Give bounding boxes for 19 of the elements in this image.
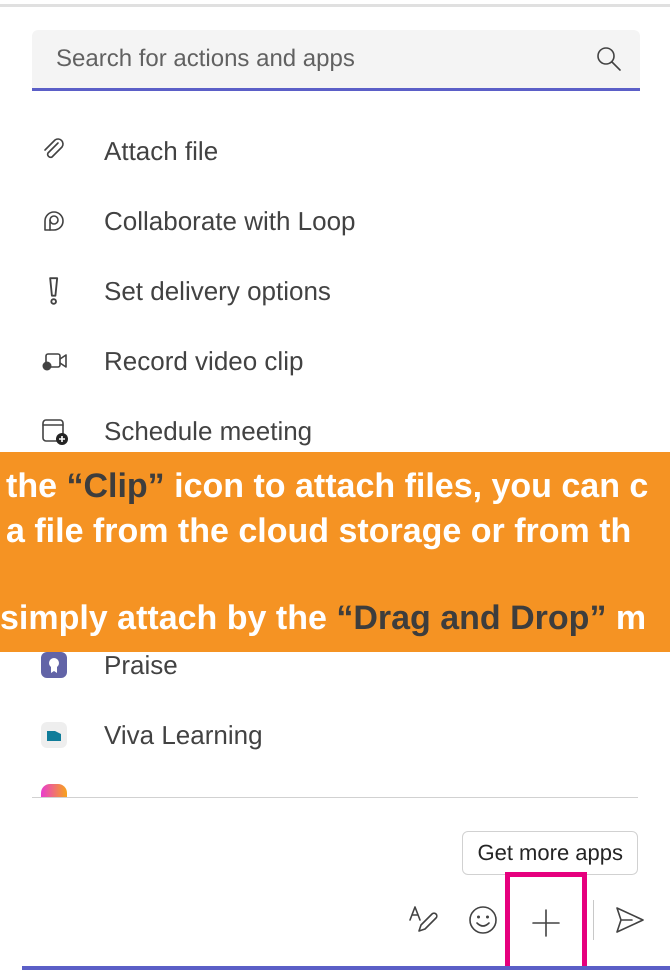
menu-item[interactable]: Schedule meeting (0, 409, 670, 453)
search-field[interactable]: Search for actions and apps (32, 30, 640, 91)
menu-item[interactable]: Record video clip (0, 339, 670, 383)
send-icon[interactable] (614, 904, 646, 936)
menu-item[interactable]: Set delivery options (0, 269, 670, 313)
menu-item[interactable]: Praise (0, 643, 670, 687)
emoji-icon[interactable] (467, 904, 499, 936)
get-more-apps-button[interactable]: Get more apps (462, 831, 638, 875)
learning-app-icon (40, 721, 68, 749)
menu-item[interactable]: Viva Learning (0, 713, 670, 757)
menu-item[interactable]: Attach file (0, 129, 670, 173)
plus-icon[interactable] (530, 906, 562, 938)
callout-text: the “Clip” icon to attach files, you can c a file from the cloud storage or from th (6, 466, 650, 552)
callout-text: simply attach by the “Drag and Drop” m (0, 598, 648, 639)
search-input[interactable]: Search for actions and apps (54, 44, 594, 74)
exclamation-icon (49, 277, 59, 305)
award-app-icon (40, 651, 68, 679)
menu-item[interactable]: Collaborate with Loop (0, 199, 670, 243)
calendar-add-icon (40, 417, 68, 445)
